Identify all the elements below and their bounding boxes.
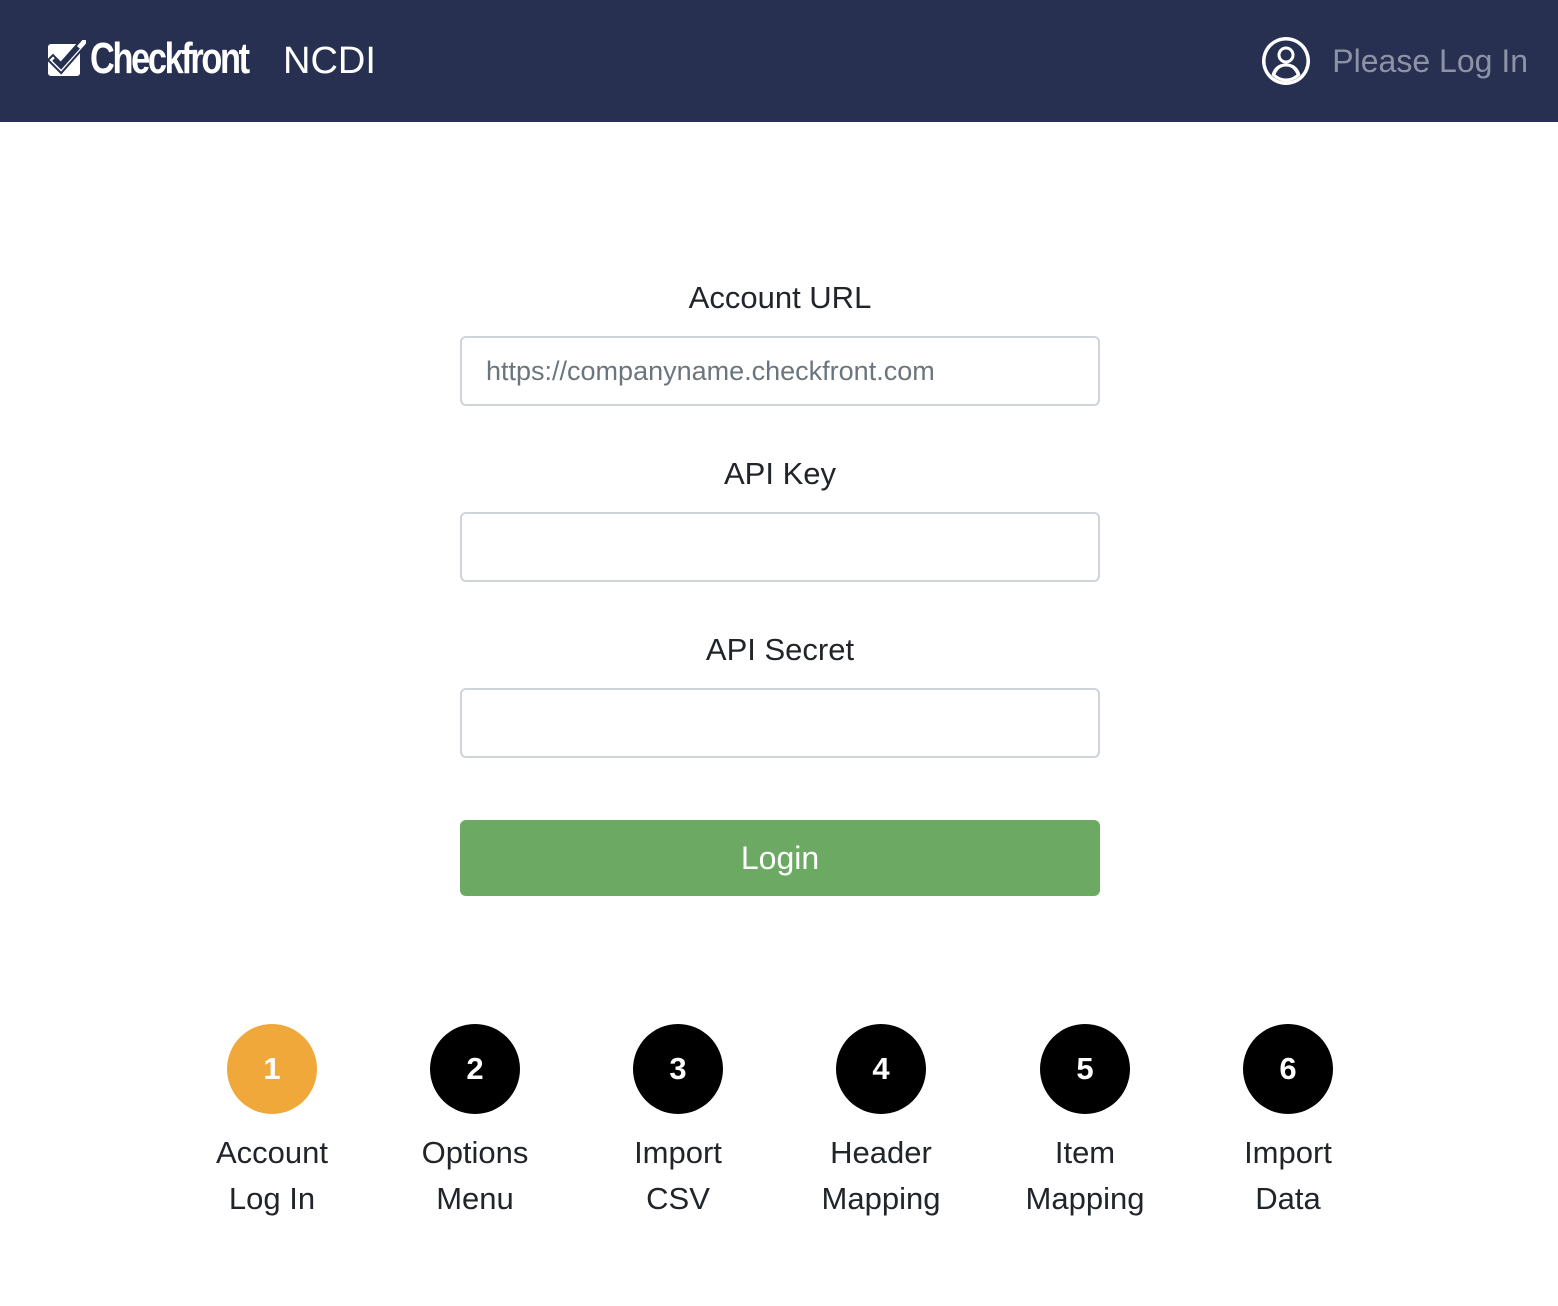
login-button[interactable]: Login bbox=[460, 820, 1100, 896]
step-label-line: Item bbox=[1054, 1135, 1116, 1170]
checkbox-icon bbox=[48, 40, 86, 76]
login-status-link[interactable]: Please Log In bbox=[1260, 33, 1528, 89]
step-label-line: Mapping bbox=[821, 1181, 941, 1216]
brand-subtitle: NCDI bbox=[283, 40, 376, 82]
step-label-line: Import bbox=[634, 1135, 722, 1170]
step-label: Account Log In bbox=[182, 1130, 362, 1222]
account-url-label: Account URL bbox=[688, 280, 872, 315]
api-secret-label: API Secret bbox=[705, 632, 855, 667]
api-key-input[interactable] bbox=[460, 512, 1100, 582]
step-label: Item Mapping bbox=[995, 1130, 1175, 1222]
step-number-badge: 2 bbox=[430, 1024, 520, 1114]
step-label: Options Menu bbox=[385, 1130, 565, 1222]
step-number-badge: 5 bbox=[1040, 1024, 1130, 1114]
step-label: Import CSV bbox=[588, 1130, 768, 1222]
login-status-label: Please Log In bbox=[1332, 42, 1528, 79]
step-label-line: Account bbox=[215, 1135, 328, 1170]
step-label-line: Header bbox=[830, 1135, 932, 1170]
step-label-line: CSV bbox=[646, 1181, 710, 1216]
brand-logo[interactable]: Checkfront bbox=[48, 36, 292, 82]
top-navbar: Checkfront NCDI Please Log In bbox=[0, 0, 1558, 122]
step-label: Import Data bbox=[1198, 1130, 1378, 1222]
step-import-csv: 3 Import CSV bbox=[588, 1024, 768, 1222]
step-label-line: Import bbox=[1244, 1135, 1332, 1170]
step-import-data: 6 Import Data bbox=[1198, 1024, 1378, 1222]
step-account-log-in: 1 Account Log In bbox=[182, 1024, 362, 1222]
step-header-mapping: 4 Header Mapping bbox=[791, 1024, 971, 1222]
api-secret-input[interactable] bbox=[460, 688, 1100, 758]
step-item-mapping: 5 Item Mapping bbox=[995, 1024, 1175, 1222]
step-number-badge: 6 bbox=[1243, 1024, 1333, 1114]
step-label: Header Mapping bbox=[791, 1130, 971, 1222]
step-label-line: Options bbox=[421, 1135, 529, 1170]
step-number-badge: 4 bbox=[836, 1024, 926, 1114]
api-key-label: API Key bbox=[724, 456, 836, 491]
step-label-line: Mapping bbox=[1025, 1181, 1145, 1216]
progress-steps: 1 Account Log In 2 Options Menu 3 Import… bbox=[0, 1024, 1558, 1224]
step-number-badge: 3 bbox=[633, 1024, 723, 1114]
user-circle-icon bbox=[1262, 37, 1311, 85]
step-label-line: Menu bbox=[436, 1181, 514, 1216]
brand-name: Checkfront bbox=[90, 34, 250, 83]
login-form: Account URL API Key API Secret Login bbox=[460, 270, 1100, 896]
step-number-badge: 1 bbox=[227, 1024, 317, 1114]
account-url-input[interactable] bbox=[460, 336, 1100, 406]
step-label-line: Data bbox=[1255, 1181, 1321, 1216]
step-options-menu: 2 Options Menu bbox=[385, 1024, 565, 1222]
step-label-line: Log In bbox=[228, 1181, 316, 1216]
